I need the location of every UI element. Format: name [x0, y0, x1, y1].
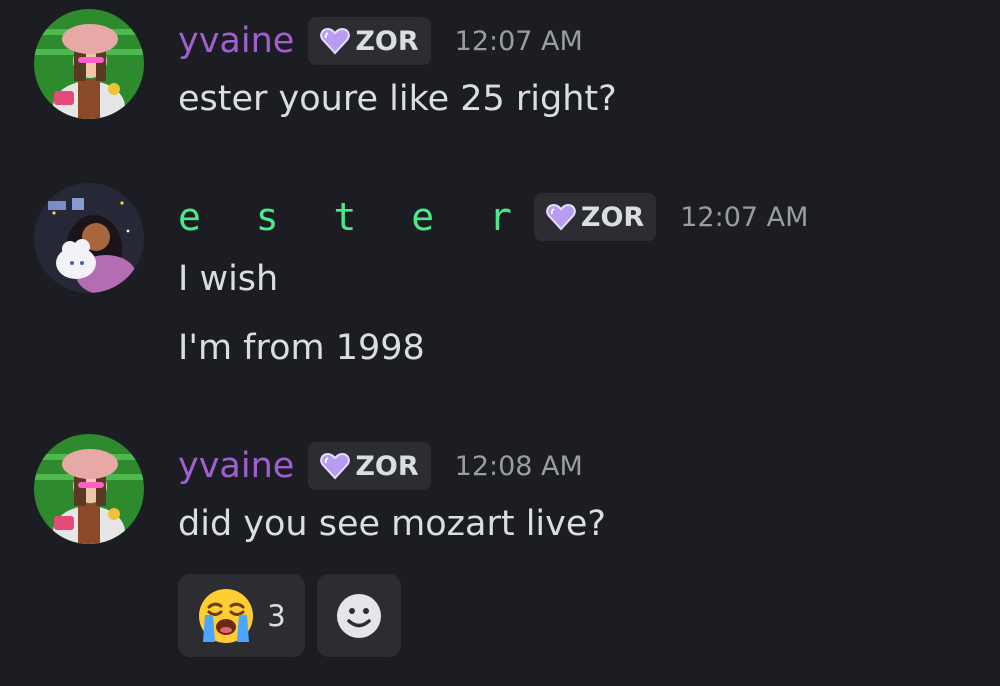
loudly-crying-face-icon	[199, 588, 254, 643]
heart-icon	[320, 452, 351, 480]
server-tag[interactable]: ZOR	[308, 442, 431, 490]
add-reaction-button[interactable]	[317, 574, 401, 657]
heart-icon	[546, 203, 576, 231]
timestamp: 12:07 AM	[454, 25, 583, 57]
chat-log: yvaine ZOR 12:07 AM ester youre like 25 …	[0, 0, 1000, 686]
username[interactable]: yvaine	[178, 19, 294, 63]
username[interactable]: e s t e r	[178, 195, 528, 239]
message-header: e s t e r ZOR 12:07 AM	[178, 193, 808, 241]
message-text: did you see mozart live?	[178, 504, 606, 544]
message-header: yvaine ZOR 12:08 AM	[178, 442, 583, 490]
message-text: I wish	[178, 259, 279, 299]
timestamp: 12:07 AM	[680, 201, 809, 233]
avatar[interactable]	[34, 9, 144, 119]
server-tag-label: ZOR	[355, 450, 419, 482]
timestamp: 12:08 AM	[454, 450, 583, 482]
server-tag-label: ZOR	[580, 201, 645, 233]
avatar[interactable]	[34, 434, 144, 544]
message-text: ester youre like 25 right?	[178, 79, 617, 119]
message-text: I'm from 1998	[178, 328, 425, 368]
reaction-count: 3	[267, 598, 286, 633]
server-tag[interactable]: ZOR	[308, 17, 431, 65]
message-header: yvaine ZOR 12:07 AM	[178, 17, 583, 65]
username[interactable]: yvaine	[178, 444, 294, 488]
reaction-bar: 3	[178, 574, 401, 657]
server-tag[interactable]: ZOR	[533, 193, 657, 241]
smiley-icon	[337, 593, 381, 638]
avatar[interactable]	[34, 183, 144, 293]
reaction-crying[interactable]: 3	[178, 574, 305, 657]
server-tag-label: ZOR	[355, 25, 419, 57]
heart-icon	[320, 27, 351, 55]
